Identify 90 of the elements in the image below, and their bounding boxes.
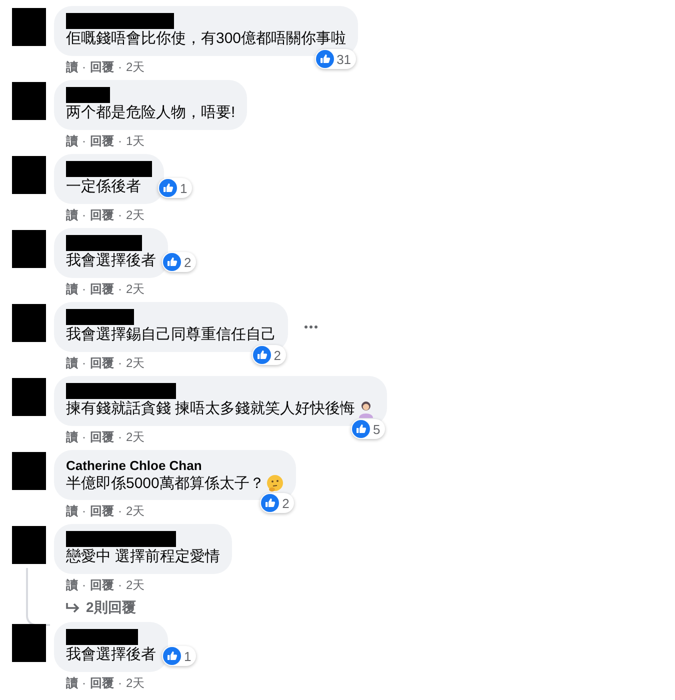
- action-link[interactable]: 讀: [66, 60, 78, 75]
- comment-time[interactable]: 2天: [126, 578, 145, 593]
- action-link[interactable]: 回覆: [90, 430, 114, 445]
- action-link[interactable]: 回覆: [90, 356, 114, 371]
- avatar[interactable]: [12, 452, 46, 490]
- reaction-badge[interactable]: 31: [314, 49, 356, 69]
- avatar[interactable]: [12, 304, 46, 342]
- separator-dot: ·: [82, 282, 86, 297]
- separator-dot: ·: [118, 134, 122, 149]
- comment-time[interactable]: 2天: [126, 430, 145, 445]
- comment-time[interactable]: 2天: [126, 208, 145, 223]
- thumbs-up-icon: [163, 253, 181, 271]
- thumbs-up-icon: [261, 494, 280, 512]
- reaction-count: 1: [180, 182, 188, 194]
- separator-dot: ·: [118, 504, 122, 519]
- reply-arrow-icon: [66, 602, 80, 614]
- avatar[interactable]: [12, 82, 46, 120]
- comment-text: 一定係後者: [66, 177, 141, 197]
- reaction-badge[interactable]: 2: [260, 493, 294, 513]
- thumbs-up-icon: [163, 647, 181, 665]
- comment-time[interactable]: 2天: [126, 356, 145, 371]
- separator-dot: ·: [82, 676, 86, 691]
- action-link[interactable]: 讀: [66, 504, 78, 519]
- avatar[interactable]: [12, 230, 46, 268]
- avatar[interactable]: [12, 526, 46, 564]
- action-link[interactable]: 回覆: [90, 134, 114, 149]
- author-name[interactable]: Catherine Chloe Chan: [66, 456, 284, 474]
- separator-dot: ·: [82, 430, 86, 445]
- action-link[interactable]: 回覆: [90, 282, 114, 297]
- separator-dot: ·: [118, 578, 122, 593]
- reaction-count: 2: [184, 256, 192, 268]
- avatar[interactable]: [12, 624, 46, 662]
- thinking-face-icon: [266, 474, 284, 492]
- action-link[interactable]: 讀: [66, 356, 78, 371]
- separator-dot: ·: [118, 208, 122, 223]
- action-link[interactable]: 讀: [66, 676, 78, 691]
- action-link[interactable]: 回覆: [90, 60, 114, 75]
- comment-text: 佢嘅錢唔會比你使，有300億都唔關你事啦: [66, 29, 346, 49]
- separator-dot: ·: [82, 60, 86, 75]
- comment-text: 我會選擇錫自己同尊重信任自己: [66, 325, 276, 345]
- person-icon: [357, 400, 376, 418]
- separator-dot: ·: [118, 60, 122, 75]
- separator-dot: ·: [118, 430, 122, 445]
- comment-time[interactable]: 2天: [126, 282, 145, 297]
- view-replies-link[interactable]: 2則回覆: [66, 597, 136, 618]
- reaction-badge[interactable]: 2: [252, 345, 286, 365]
- reaction-count: 2: [274, 348, 281, 362]
- separator-dot: ·: [118, 676, 122, 691]
- separator-dot: ·: [82, 356, 86, 371]
- thumbs-up-icon: [316, 50, 334, 68]
- reaction-count: 1: [184, 650, 192, 662]
- comment-time[interactable]: 2天: [126, 504, 145, 519]
- reaction-badge[interactable]: 1: [158, 178, 192, 198]
- avatar[interactable]: [12, 8, 46, 46]
- thumbs-up-icon: [159, 179, 177, 197]
- separator-dot: ·: [82, 208, 86, 223]
- separator-dot: ·: [82, 134, 86, 149]
- comment-time[interactable]: 1天: [126, 134, 145, 149]
- more-options-icon[interactable]: [304, 325, 318, 329]
- comment-text: 我會選擇後者: [66, 645, 156, 665]
- comment-text: 我會選擇後者: [66, 251, 156, 271]
- comment-text: 两个都是危险人物，唔要!: [66, 103, 236, 123]
- separator-dot: ·: [118, 356, 122, 371]
- separator-dot: ·: [82, 504, 86, 519]
- reaction-badge[interactable]: 2: [162, 252, 196, 272]
- comment-time[interactable]: 2天: [126, 676, 145, 691]
- avatar[interactable]: [12, 378, 46, 416]
- comment-text: 半億即係5000萬都算係太子？: [66, 474, 264, 494]
- action-link[interactable]: 回覆: [90, 578, 114, 593]
- action-link[interactable]: 讀: [66, 430, 78, 445]
- separator-dot: ·: [118, 282, 122, 297]
- avatar[interactable]: [12, 156, 46, 194]
- action-link[interactable]: 讀: [66, 134, 78, 149]
- comment-text: 揀有錢就話貪錢 揀唔太多錢就笑人好快後悔: [66, 399, 356, 419]
- thumbs-up-icon: [252, 346, 271, 364]
- action-link[interactable]: 讀: [66, 208, 78, 223]
- action-link[interactable]: 讀: [66, 282, 78, 297]
- action-link[interactable]: 讀: [66, 578, 78, 593]
- reaction-badge[interactable]: 1: [162, 646, 196, 666]
- comment-time[interactable]: 2天: [126, 60, 145, 75]
- reaction-count: 5: [372, 422, 380, 436]
- thumbs-up-icon: [352, 420, 370, 438]
- reaction-count: 2: [282, 496, 290, 510]
- action-link[interactable]: 回覆: [90, 504, 114, 519]
- action-link[interactable]: 回覆: [90, 208, 114, 223]
- action-link[interactable]: 回覆: [90, 676, 114, 691]
- reaction-count: 31: [336, 52, 352, 66]
- reaction-badge[interactable]: 5: [350, 419, 386, 439]
- separator-dot: ·: [82, 578, 86, 593]
- comment-text: 戀愛中 選擇前程定愛情: [66, 547, 220, 567]
